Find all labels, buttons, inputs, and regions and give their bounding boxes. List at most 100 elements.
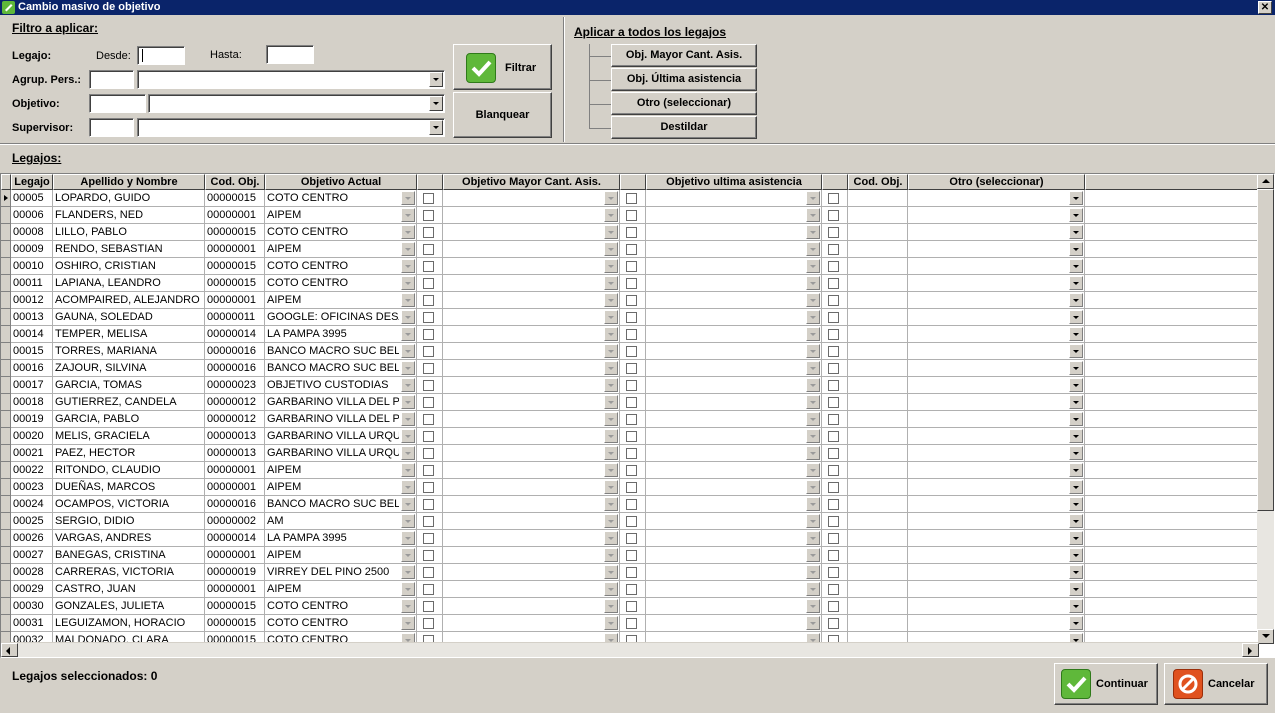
cell-otro-seleccionar[interactable] bbox=[908, 547, 1085, 564]
row-checkbox[interactable] bbox=[423, 533, 434, 544]
cell-check-mayor[interactable] bbox=[417, 411, 443, 428]
cell-otro-seleccionar[interactable] bbox=[908, 190, 1085, 207]
chevron-down-icon[interactable] bbox=[604, 276, 618, 290]
header-check-mayor[interactable] bbox=[417, 174, 443, 190]
table-row[interactable]: 00014 TEMPER, MELISA 00000014 LA PAMPA 3995 bbox=[1, 326, 1259, 343]
cell-objetivo-ultima[interactable] bbox=[646, 360, 822, 377]
cell-otro-seleccionar[interactable] bbox=[908, 428, 1085, 445]
row-checkbox[interactable] bbox=[626, 601, 637, 612]
table-row[interactable]: 00019 GARCIA, PABLO 00000012 GARBARINO VILL… bbox=[1, 411, 1259, 428]
row-checkbox[interactable] bbox=[626, 380, 637, 391]
cell-check-otro[interactable] bbox=[822, 360, 848, 377]
row-indicator[interactable] bbox=[1, 241, 11, 258]
chevron-down-icon[interactable] bbox=[806, 361, 820, 375]
close-button[interactable]: ✕ bbox=[1258, 1, 1272, 14]
cell-check-otro[interactable] bbox=[822, 411, 848, 428]
chevron-down-icon[interactable] bbox=[401, 480, 415, 494]
cell-check-mayor[interactable] bbox=[417, 496, 443, 513]
cell-objetivo-actual[interactable]: VIRREY DEL PINO 2500 bbox=[265, 564, 417, 581]
table-row[interactable]: 00027 BANEGAS, CRISTINA 00000001 AIPEM bbox=[1, 547, 1259, 564]
continuar-button[interactable]: Continuar bbox=[1054, 663, 1158, 705]
chevron-down-icon[interactable] bbox=[401, 208, 415, 222]
row-checkbox[interactable] bbox=[626, 346, 637, 357]
cell-check-ultima[interactable] bbox=[620, 258, 646, 275]
row-checkbox[interactable] bbox=[626, 516, 637, 527]
row-checkbox[interactable] bbox=[626, 465, 637, 476]
cell-objetivo-ultima[interactable] bbox=[646, 258, 822, 275]
cell-objetivo-actual[interactable]: COTO CENTRO bbox=[265, 598, 417, 615]
row-checkbox[interactable] bbox=[626, 312, 637, 323]
cell-objetivo-mayor[interactable] bbox=[443, 530, 620, 547]
cell-check-mayor[interactable] bbox=[417, 462, 443, 479]
destildar-button[interactable]: Destildar bbox=[611, 116, 757, 139]
row-checkbox[interactable] bbox=[423, 193, 434, 204]
chevron-down-icon[interactable] bbox=[604, 242, 618, 256]
cell-objetivo-ultima[interactable] bbox=[646, 496, 822, 513]
row-indicator[interactable] bbox=[1, 275, 11, 292]
row-checkbox[interactable] bbox=[423, 244, 434, 255]
row-indicator[interactable] bbox=[1, 564, 11, 581]
table-row[interactable]: 00013 GAUNA, SOLEDAD 00000011 GOOGLE: OFICI… bbox=[1, 309, 1259, 326]
cell-otro-seleccionar[interactable] bbox=[908, 615, 1085, 632]
cell-objetivo-actual[interactable]: LA PAMPA 3995 bbox=[265, 326, 417, 343]
chevron-down-icon[interactable] bbox=[401, 225, 415, 239]
cell-check-ultima[interactable] bbox=[620, 292, 646, 309]
cell-check-ultima[interactable] bbox=[620, 496, 646, 513]
cell-otro-seleccionar[interactable] bbox=[908, 207, 1085, 224]
row-checkbox[interactable] bbox=[828, 533, 839, 544]
chevron-down-icon[interactable] bbox=[604, 480, 618, 494]
cell-check-otro[interactable] bbox=[822, 462, 848, 479]
row-checkbox[interactable] bbox=[828, 261, 839, 272]
row-checkbox[interactable] bbox=[423, 397, 434, 408]
cell-objetivo-actual[interactable]: BANCO MACRO SUC BELG bbox=[265, 343, 417, 360]
chevron-down-icon[interactable] bbox=[1069, 480, 1083, 494]
row-checkbox[interactable] bbox=[423, 567, 434, 578]
cell-check-ultima[interactable] bbox=[620, 428, 646, 445]
row-checkbox[interactable] bbox=[626, 584, 637, 595]
cell-check-mayor[interactable] bbox=[417, 326, 443, 343]
cell-check-otro[interactable] bbox=[822, 547, 848, 564]
cell-otro-seleccionar[interactable] bbox=[908, 309, 1085, 326]
row-checkbox[interactable] bbox=[626, 499, 637, 510]
row-checkbox[interactable] bbox=[423, 482, 434, 493]
row-checkbox[interactable] bbox=[423, 448, 434, 459]
row-indicator[interactable] bbox=[1, 360, 11, 377]
cell-objetivo-ultima[interactable] bbox=[646, 615, 822, 632]
row-checkbox[interactable] bbox=[423, 516, 434, 527]
row-checkbox[interactable] bbox=[423, 278, 434, 289]
cell-objetivo-ultima[interactable] bbox=[646, 530, 822, 547]
chevron-down-icon[interactable] bbox=[401, 242, 415, 256]
cell-check-otro[interactable] bbox=[822, 479, 848, 496]
chevron-down-icon[interactable] bbox=[806, 565, 820, 579]
cell-objetivo-mayor[interactable] bbox=[443, 445, 620, 462]
cell-check-mayor[interactable] bbox=[417, 258, 443, 275]
chevron-down-icon[interactable] bbox=[401, 378, 415, 392]
chevron-down-icon[interactable] bbox=[1069, 361, 1083, 375]
chevron-down-icon[interactable] bbox=[604, 514, 618, 528]
cell-check-otro[interactable] bbox=[822, 190, 848, 207]
cell-objetivo-ultima[interactable] bbox=[646, 581, 822, 598]
chevron-down-icon[interactable] bbox=[806, 395, 820, 409]
chevron-down-icon[interactable] bbox=[604, 293, 618, 307]
chevron-down-icon[interactable] bbox=[401, 293, 415, 307]
chevron-down-icon[interactable] bbox=[401, 276, 415, 290]
objetivo-select[interactable] bbox=[148, 94, 445, 113]
cell-check-otro[interactable] bbox=[822, 564, 848, 581]
cell-objetivo-mayor[interactable] bbox=[443, 292, 620, 309]
chevron-down-icon[interactable] bbox=[806, 208, 820, 222]
row-checkbox[interactable] bbox=[828, 448, 839, 459]
chevron-down-icon[interactable] bbox=[806, 378, 820, 392]
row-indicator[interactable] bbox=[1, 513, 11, 530]
cell-objetivo-actual[interactable]: AIPEM bbox=[265, 292, 417, 309]
chevron-down-icon[interactable] bbox=[1069, 565, 1083, 579]
cell-check-otro[interactable] bbox=[822, 241, 848, 258]
cell-check-mayor[interactable] bbox=[417, 190, 443, 207]
chevron-down-icon[interactable] bbox=[401, 310, 415, 324]
chevron-down-icon[interactable] bbox=[806, 293, 820, 307]
cell-objetivo-mayor[interactable] bbox=[443, 326, 620, 343]
chevron-down-icon[interactable] bbox=[401, 548, 415, 562]
row-checkbox[interactable] bbox=[626, 618, 637, 629]
chevron-down-icon[interactable] bbox=[401, 361, 415, 375]
row-checkbox[interactable] bbox=[423, 261, 434, 272]
cell-otro-seleccionar[interactable] bbox=[908, 530, 1085, 547]
